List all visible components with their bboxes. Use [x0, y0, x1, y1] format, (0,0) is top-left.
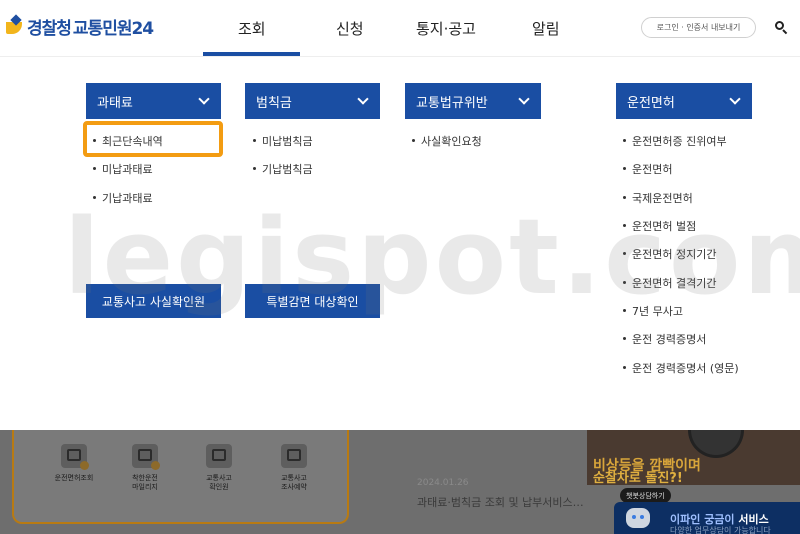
category-license[interactable]: 운전면허 — [616, 83, 752, 119]
logo-service-text: 교통민원24 — [72, 19, 154, 39]
nav-inquiry[interactable]: 조회 — [238, 18, 266, 39]
menu-item-disqualification-period[interactable]: 운전면허 결격기간 — [623, 275, 716, 291]
robot-icon — [626, 508, 650, 528]
menu-item-license-authenticity[interactable]: 운전면허증 진위여부 — [623, 133, 727, 149]
menu-item-paid-penalty[interactable]: 기납범칙금 — [253, 161, 313, 177]
menu-item-intl-license[interactable]: 국제운전면허 — [623, 190, 693, 206]
accident-certificate-button[interactable]: 교통사고 사실확인원 — [86, 284, 221, 318]
news-date: 2024.01.26 — [417, 478, 469, 488]
menu-item-seven-year-safe[interactable]: 7년 무사고 — [623, 303, 683, 319]
menu-item-paid-fine[interactable]: 기납과태료 — [93, 190, 153, 206]
category-violation[interactable]: 교통법규위반 — [405, 83, 541, 119]
news-title-link[interactable]: 과태료·범칙금 조회 및 납부서비스… — [417, 494, 584, 510]
menu-item-driving-record[interactable]: 운전 경력증명서 — [623, 331, 706, 347]
highlight-frame — [83, 121, 223, 157]
car-coin-icon — [132, 444, 160, 470]
menu-item-unpaid-fine[interactable]: 미납과태료 — [93, 161, 153, 177]
chatbot-subtitle: 다양한 업무상담이 가능합니다 — [670, 526, 771, 534]
chevron-down-icon — [198, 93, 210, 105]
category-fine-label: 과태료 — [97, 95, 133, 111]
logo-police-text: 경찰청 — [27, 19, 72, 39]
quick-link-accident-cert[interactable]: 교통사고 확인원 — [189, 444, 249, 492]
category-license-label: 운전면허 — [627, 95, 675, 111]
menu-item-unpaid-penalty[interactable]: 미납범칙금 — [253, 133, 313, 149]
chevron-down-icon — [729, 93, 741, 105]
chevron-down-icon — [357, 93, 369, 105]
login-certificate-button[interactable]: 로그인 · 인증서 내보내기 — [641, 17, 756, 38]
quick-link-accident-reservation[interactable]: 교통사고 조사예약 — [264, 444, 324, 492]
police-emblem-icon — [6, 13, 24, 38]
document-icon — [206, 444, 232, 468]
menu-item-suspension-period[interactable]: 운전면허 정지기간 — [623, 246, 716, 262]
nav-application[interactable]: 신청 — [336, 18, 364, 39]
quick-links-panel: 운전면허조회 착한운전 마일리지 교통사고 확인원 교통사고 조사예약 — [12, 430, 349, 524]
menu-item-license-points[interactable]: 운전면허 벌점 — [623, 218, 696, 234]
nav-notice[interactable]: 통지·공고 — [416, 18, 476, 39]
promo-text-line2: 순찰차로 돌진?! — [593, 471, 683, 486]
special-reduction-check-button[interactable]: 특별감면 대상확인 — [245, 284, 380, 318]
site-logo[interactable]: 경찰청 교통민원24 — [6, 13, 154, 39]
category-violation-label: 교통법규위반 — [416, 95, 488, 111]
nav-alerts[interactable]: 알림 — [532, 18, 560, 39]
menu-item-license[interactable]: 운전면허 — [623, 161, 672, 177]
chatbot-bubble[interactable]: 챗봇상담하기 — [620, 488, 671, 503]
bell-icon — [281, 444, 307, 468]
id-card-icon — [61, 444, 89, 470]
quick-link-mileage[interactable]: 착한운전 마일리지 — [115, 444, 175, 492]
menu-item-fact-check[interactable]: 사실확인요청 — [412, 133, 482, 149]
chevron-down-icon — [518, 93, 530, 105]
quick-link-license-check[interactable]: 운전면허조회 — [44, 444, 104, 483]
category-penalty-label: 범칙금 — [256, 95, 292, 111]
menu-item-driving-record-english[interactable]: 운전 경력증명서 (영문) — [623, 360, 739, 376]
category-fine[interactable]: 과태료 — [86, 83, 221, 119]
site-header: 경찰청 교통민원24 조회 신청 통지·공고 알림 로그인 · 인증서 내보내기 — [0, 0, 800, 58]
category-penalty[interactable]: 범칙금 — [245, 83, 380, 119]
search-icon[interactable] — [774, 20, 788, 35]
